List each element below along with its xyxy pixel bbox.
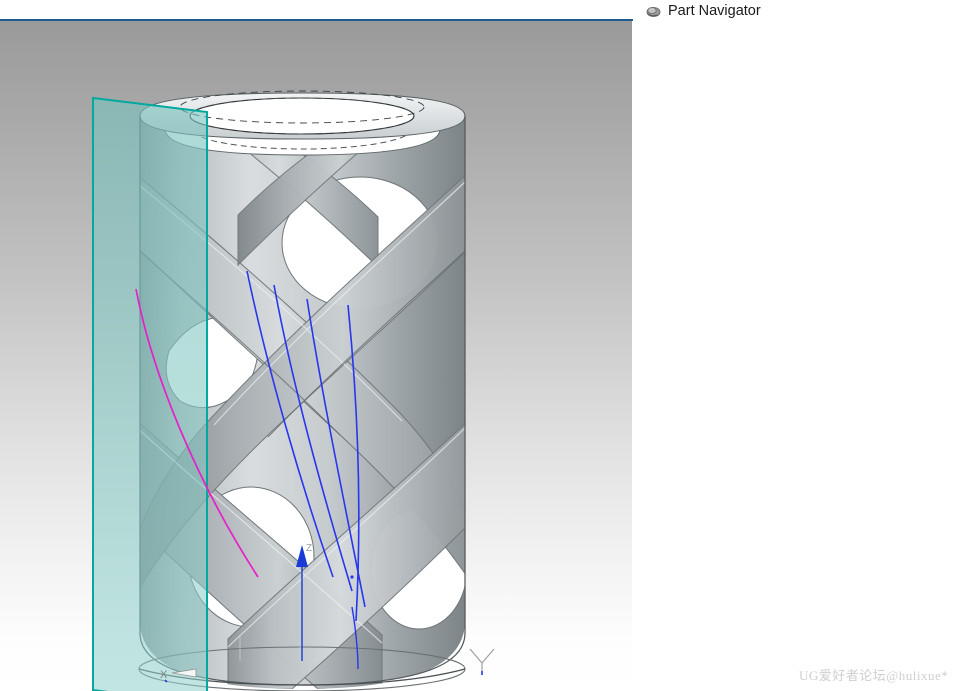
part-navigator-title-bar: Part Navigator	[641, 0, 980, 22]
panel-left-gap	[640, 0, 646, 691]
viewport-canvas[interactable]: Z X	[0, 21, 632, 691]
part-navigator-panel: Part Navigator Name Curren. History Mode…	[640, 0, 980, 691]
graphics-window[interactable]: Z X	[0, 0, 640, 691]
viewport-right-gap	[632, 21, 640, 691]
forum-watermark: UG爱好者论坛@hulixue*	[799, 668, 949, 683]
part-navigator-title: Part Navigator	[668, 2, 761, 19]
lattice-cylinder-model: Z X	[92, 90, 495, 691]
svg-text:Z: Z	[306, 543, 312, 554]
datum-marker-right	[469, 648, 495, 675]
viewport-top-strip	[0, 0, 633, 19]
ug-nx-window: Z X UG爱好者论坛@hulixue* Part Navigator	[0, 0, 980, 691]
svg-text:X: X	[160, 669, 168, 681]
datum-plane-visual	[92, 96, 208, 691]
part-navigator-icon	[646, 6, 661, 17]
